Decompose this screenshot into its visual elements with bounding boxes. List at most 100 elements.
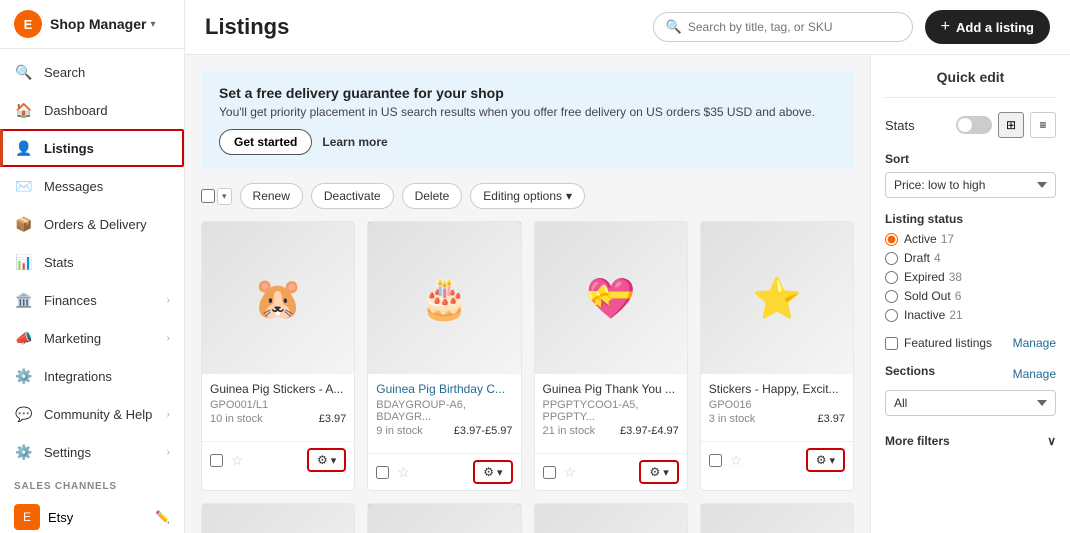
listings-toolbar: ▾ Renew Deactivate Delete Editing option… xyxy=(201,183,854,209)
listing-gear-button[interactable]: ⚙ ▾ xyxy=(639,460,678,484)
search-icon: 🔍 xyxy=(666,19,682,35)
more-filters-chevron-icon: ∨ xyxy=(1047,434,1056,448)
sections-section: Sections Manage All xyxy=(885,364,1056,416)
etsy-edit-icon[interactable]: ✏️ xyxy=(155,510,170,524)
banner-actions: Get started Learn more xyxy=(219,129,836,155)
status-radio-active[interactable]: Active 17 xyxy=(885,232,1056,246)
dashboard-icon: 🏠 xyxy=(14,100,34,120)
sections-manage-link[interactable]: Manage xyxy=(1013,367,1056,381)
renew-button[interactable]: Renew xyxy=(240,183,303,209)
listing-card[interactable]: 🐾 Guinea Pig Stickers... GPO002 8 in sto… xyxy=(201,503,355,533)
add-listing-button[interactable]: + Add a listing xyxy=(925,10,1050,44)
stats-icon: 📊 xyxy=(14,252,34,272)
banner-title: Set a free delivery guarantee for your s… xyxy=(219,85,836,101)
listing-stock: 21 in stock xyxy=(543,425,596,437)
listing-status-section: Listing status Active 17 Draft 4 Expired… xyxy=(885,212,1056,322)
sidebar-item-messages[interactable]: ✉️ Messages xyxy=(0,167,184,205)
gear-icon: ⚙ xyxy=(483,465,494,479)
sidebar-item-dashboard[interactable]: 🏠 Dashboard xyxy=(0,91,184,129)
select-all-wrap: ▾ xyxy=(201,188,232,205)
listing-image: ⭐ xyxy=(701,222,853,374)
community-arrow-icon: › xyxy=(167,409,170,420)
listing-image: 💝 xyxy=(535,222,687,374)
messages-icon: ✉️ xyxy=(14,176,34,196)
sidebar-item-community[interactable]: 💬 Community & Help › xyxy=(0,395,184,433)
listing-star-icon[interactable]: ☆ xyxy=(231,452,244,469)
sidebar-item-settings[interactable]: ⚙️ Settings › xyxy=(0,433,184,471)
select-dropdown-button[interactable]: ▾ xyxy=(217,188,232,205)
listing-stock: 10 in stock xyxy=(210,413,263,425)
gear-icon: ⚙ xyxy=(317,453,328,467)
listing-checkbox[interactable] xyxy=(376,466,389,479)
listing-image: 🎂 xyxy=(368,222,520,374)
listing-info: Guinea Pig Birthday C... BDAYGROUP-A6, B… xyxy=(368,374,520,453)
sidebar-item-search[interactable]: 🔍 Search xyxy=(0,53,184,91)
sidebar-item-stats[interactable]: 📊 Stats xyxy=(0,243,184,281)
finances-icon: 🏛️ xyxy=(14,290,34,310)
listing-checkbox[interactable] xyxy=(543,466,556,479)
shop-manager-logo[interactable]: E Shop Manager ▾ xyxy=(0,0,184,49)
more-filters-button[interactable]: More filters ∨ xyxy=(885,430,1056,452)
gear-dropdown-arrow-icon: ▾ xyxy=(663,466,669,479)
get-started-button[interactable]: Get started xyxy=(219,129,312,155)
etsy-label: Etsy xyxy=(48,510,73,525)
listing-card[interactable]: ⭐ Stickers - Happy, Excit... GPO016 3 in… xyxy=(700,221,854,491)
listing-card[interactable]: 🎈 Guinea Pig Birthday... BDAY001 5 in st… xyxy=(367,503,521,533)
sidebar-item-listings[interactable]: 👤 Listings xyxy=(0,129,184,167)
listing-star-icon[interactable]: ☆ xyxy=(397,464,410,481)
featured-checkbox[interactable] xyxy=(885,337,898,350)
etsy-channel-item[interactable]: E Etsy ✏️ xyxy=(0,496,184,533)
settings-arrow-icon: › xyxy=(167,447,170,458)
learn-more-button[interactable]: Learn more xyxy=(322,135,387,149)
select-all-checkbox[interactable] xyxy=(201,189,215,203)
featured-manage-link[interactable]: Manage xyxy=(1013,336,1056,350)
sort-select[interactable]: Price: low to highPrice: high to lowNewe… xyxy=(885,172,1056,198)
deactivate-button[interactable]: Deactivate xyxy=(311,183,394,209)
listing-card[interactable]: 💝 Guinea Pig Thank You ... PPGPTYCOO1-A5… xyxy=(534,221,688,491)
logo-icon: E xyxy=(14,10,42,38)
editing-options-arrow-icon: ▾ xyxy=(566,189,572,203)
listing-actions: ☆ ⚙ ▾ xyxy=(535,453,687,490)
gear-dropdown-arrow-icon: ▾ xyxy=(497,466,503,479)
status-radio-sold_out[interactable]: Sold Out 6 xyxy=(885,289,1056,303)
marketing-arrow-icon: › xyxy=(167,333,170,344)
sections-select[interactable]: All xyxy=(885,390,1056,416)
listing-gear-button[interactable]: ⚙ ▾ xyxy=(806,448,845,472)
status-radio-inactive[interactable]: Inactive 21 xyxy=(885,308,1056,322)
listings-grid: 🐹 Guinea Pig Stickers - A... GPO001/L1 1… xyxy=(201,221,854,533)
listing-gear-button[interactable]: ⚙ ▾ xyxy=(473,460,512,484)
listing-gear-button[interactable]: ⚙ ▾ xyxy=(307,448,346,472)
listing-price: £3.97 xyxy=(319,413,347,425)
sidebar-item-finances[interactable]: 🏛️ Finances › xyxy=(0,281,184,319)
listing-card[interactable]: 🍀 Good Luck Card... GLUCK001 12 in stock… xyxy=(534,503,688,533)
search-input[interactable] xyxy=(688,20,900,34)
listing-sku: PPGPTYCOO1-A5, PPGPTY... xyxy=(543,399,679,423)
listing-card[interactable]: 🐹 Guinea Pig Stickers - A... GPO001/L1 1… xyxy=(201,221,355,491)
listing-card[interactable]: 🐭 Hamster Stickers... HAM001 7 in stock … xyxy=(700,503,854,533)
delete-button[interactable]: Delete xyxy=(402,183,463,209)
listing-star-icon[interactable]: ☆ xyxy=(564,464,577,481)
listing-image: 🐾 xyxy=(202,504,354,533)
sidebar-item-integrations[interactable]: ⚙️ Integrations xyxy=(0,357,184,395)
sidebar-item-marketing[interactable]: 📣 Marketing › xyxy=(0,319,184,357)
listing-checkbox[interactable] xyxy=(709,454,722,467)
view-list-button[interactable]: ≡ xyxy=(1030,112,1056,138)
listing-title-link[interactable]: Guinea Pig Birthday C... xyxy=(376,382,505,396)
listing-card[interactable]: 🎂 Guinea Pig Birthday C... BDAYGROUP-A6,… xyxy=(367,221,521,491)
stats-toggle[interactable] xyxy=(956,116,992,134)
search-bar[interactable]: 🔍 xyxy=(653,12,913,42)
status-radio-draft[interactable]: Draft 4 xyxy=(885,251,1056,265)
listing-status-label: Listing status xyxy=(885,212,1056,226)
view-grid-button[interactable]: ⊞ xyxy=(998,112,1024,138)
quick-edit-header: Quick edit xyxy=(885,69,1056,98)
listings-main: Set a free delivery guarantee for your s… xyxy=(185,55,870,533)
editing-options-button[interactable]: Editing options ▾ xyxy=(470,183,585,209)
add-listing-label: Add a listing xyxy=(956,20,1034,35)
sort-section: Sort Price: low to highPrice: high to lo… xyxy=(885,152,1056,198)
listing-checkbox[interactable] xyxy=(210,454,223,467)
listing-star-icon[interactable]: ☆ xyxy=(730,452,743,469)
listing-info: Guinea Pig Thank You ... PPGPTYCOO1-A5, … xyxy=(535,374,687,453)
status-radio-expired[interactable]: Expired 38 xyxy=(885,270,1056,284)
sidebar-item-orders[interactable]: 📦 Orders & Delivery xyxy=(0,205,184,243)
sales-channels-label: SALES CHANNELS xyxy=(0,471,184,496)
